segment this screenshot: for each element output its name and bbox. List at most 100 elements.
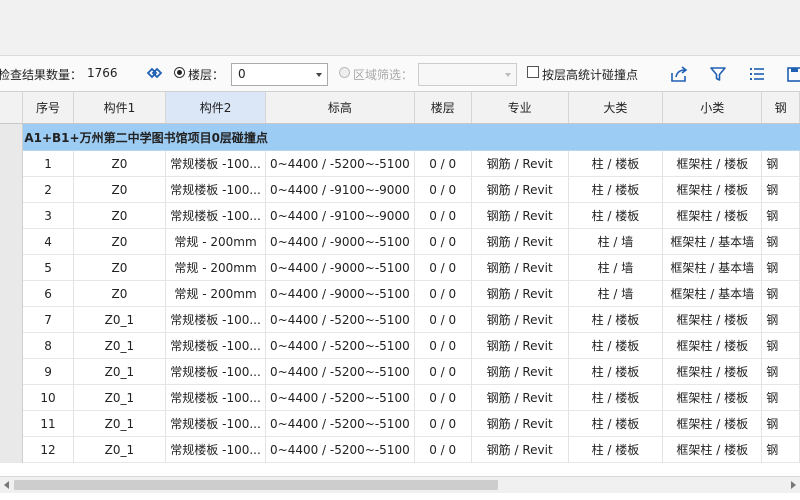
table-row[interactable]: 11 Z0_1 常规楼板 -100... 0~4400 / -5200~-5100 0 … xyxy=(0,410,800,437)
cell-category: 柱 / 楼板 xyxy=(568,306,664,333)
cell-subcategory: 框架柱 / 基本墙 xyxy=(662,280,763,307)
cell-overflow: 钢 xyxy=(761,410,800,437)
cell-elevation: 0~4400 / -5200~-5100 xyxy=(265,384,415,411)
column-header-elevation[interactable]: 标高 xyxy=(265,92,415,124)
cell-elevation: 0~4400 / -5200~-5100 xyxy=(265,436,415,463)
cell-component2: 常规楼板 -100... xyxy=(165,150,267,177)
cell-elevation: 0~4400 / -9100~-9000 xyxy=(265,202,415,229)
cell-component1: Z0 xyxy=(73,176,167,203)
table-row[interactable]: 9 Z0_1 常规楼板 -100... 0~4400 / -5200~-5100 0 /… xyxy=(0,358,800,385)
cell-component2: 常规楼板 -100... xyxy=(165,202,267,229)
column-header-component2[interactable]: 构件2 xyxy=(165,92,267,124)
column-header-discipline[interactable]: 专业 xyxy=(471,92,569,124)
cell-floor: 0 / 0 xyxy=(414,176,472,203)
cell-subcategory: 框架柱 / 基本墙 xyxy=(662,228,763,255)
cell-component1: Z0_1 xyxy=(73,384,167,411)
cell-floor: 0 / 0 xyxy=(414,436,472,463)
list-view-icon[interactable] xyxy=(748,65,766,83)
cell-component1: Z0 xyxy=(73,280,167,307)
cell-component2: 常规楼板 -100... xyxy=(165,358,267,385)
cell-discipline: 钢筋 / Revit xyxy=(471,384,569,411)
scrollbar-thumb[interactable] xyxy=(14,480,498,490)
row-header-cell xyxy=(0,306,24,333)
table-row[interactable]: 7 Z0_1 常规楼板 -100... 0~4400 / -5200~-5100 0 /… xyxy=(0,306,800,333)
cell-component2: 常规 - 200mm xyxy=(165,228,267,255)
table-row[interactable]: 10 Z0_1 常规楼板 -100... 0~4400 / -5200~-5100 0 … xyxy=(0,384,800,411)
save-icon[interactable] xyxy=(787,65,800,83)
cell-discipline: 钢筋 / Revit xyxy=(471,228,569,255)
cell-category: 柱 / 墙 xyxy=(568,254,664,281)
cell-component1: Z0 xyxy=(73,150,167,177)
table-row[interactable]: 6 Z0 常规 - 200mm 0~4400 / -9000~-5100 0 / 0 钢筋… xyxy=(0,280,800,307)
column-header-floor[interactable]: 楼层 xyxy=(414,92,472,124)
cell-component1: Z0_1 xyxy=(73,410,167,437)
cell-elevation: 0~4400 / -9000~-5100 xyxy=(265,254,415,281)
column-header-subcategory[interactable]: 小类 xyxy=(662,92,763,124)
cell-overflow: 钢 xyxy=(761,228,800,255)
cell-component2: 常规楼板 -100... xyxy=(165,332,267,359)
table-row[interactable]: 1 Z0 常规楼板 -100... 0~4400 / -5200~-5100 0 / 0… xyxy=(0,150,800,177)
cell-component1: Z0_1 xyxy=(73,436,167,463)
table-row[interactable]: 12 Z0_1 常规楼板 -100... 0~4400 / -5200~-5100 0 … xyxy=(0,436,800,463)
cell-discipline: 钢筋 / Revit xyxy=(471,202,569,229)
row-header-cell xyxy=(0,280,24,307)
region-radio[interactable] xyxy=(339,67,350,78)
floor-height-checkbox-label: 按层高统计碰撞点 xyxy=(542,68,639,82)
cell-discipline: 钢筋 / Revit xyxy=(471,436,569,463)
column-header-no[interactable]: 序号 xyxy=(22,92,74,124)
cell-component2: 常规 - 200mm xyxy=(165,254,267,281)
cell-no: 1 xyxy=(22,150,74,177)
cell-elevation: 0~4400 / -9100~-9000 xyxy=(265,176,415,203)
cell-overflow: 钢 xyxy=(761,202,800,229)
cell-discipline: 钢筋 / Revit xyxy=(471,332,569,359)
row-header-cell xyxy=(0,436,24,463)
cell-category: 柱 / 墙 xyxy=(568,280,664,307)
cell-discipline: 钢筋 / Revit xyxy=(471,254,569,281)
cell-overflow: 钢 xyxy=(761,254,800,281)
cell-elevation: 0~4400 / -5200~-5100 xyxy=(265,410,415,437)
cell-no: 4 xyxy=(22,228,74,255)
scroll-left-icon[interactable] xyxy=(4,481,9,489)
bottom-strip xyxy=(0,493,800,500)
cell-category: 柱 / 楼板 xyxy=(568,202,664,229)
export-icon[interactable] xyxy=(670,65,688,83)
cell-floor: 0 / 0 xyxy=(414,280,472,307)
cell-no: 2 xyxy=(22,176,74,203)
table-row[interactable]: 3 Z0 常规楼板 -100... 0~4400 / -9100~-9000 0 / 0… xyxy=(0,202,800,229)
top-blank-area xyxy=(0,0,800,55)
table-row[interactable]: 5 Z0 常规 - 200mm 0~4400 / -9000~-5100 0 / 0 钢筋… xyxy=(0,254,800,281)
group-title: A1+B1+万州第二中学图书馆项目0层碰撞点 xyxy=(22,123,800,151)
cell-component2: 常规楼板 -100... xyxy=(165,306,267,333)
cell-floor: 0 / 0 xyxy=(414,332,472,359)
column-header-overflow[interactable]: 钢 xyxy=(761,92,800,124)
cell-elevation: 0~4400 / -5200~-5100 xyxy=(265,358,415,385)
cell-component1: Z0_1 xyxy=(73,332,167,359)
floor-height-checkbox[interactable] xyxy=(527,66,539,78)
group-row[interactable]: A1+B1+万州第二中学图书馆项目0层碰撞点 xyxy=(0,123,800,151)
cell-category: 柱 / 楼板 xyxy=(568,332,664,359)
column-header-component1[interactable]: 构件1 xyxy=(73,92,167,124)
cell-component1: Z0 xyxy=(73,254,167,281)
cell-discipline: 钢筋 / Revit xyxy=(471,358,569,385)
result-count-label: 检查结果数量： xyxy=(0,68,83,82)
table-row[interactable]: 2 Z0 常规楼板 -100... 0~4400 / -9100~-9000 0 / 0… xyxy=(0,176,800,203)
table-row[interactable]: 8 Z0_1 常规楼板 -100... 0~4400 / -5200~-5100 0 /… xyxy=(0,332,800,359)
cell-overflow: 钢 xyxy=(761,436,800,463)
cell-component2: 常规楼板 -100... xyxy=(165,410,267,437)
results-grid: 序号 构件1 构件2 标高 楼层 专业 大类 小类 钢 A1+B1+万州第二中学… xyxy=(0,92,800,476)
expand-all-icon[interactable] xyxy=(145,64,163,82)
horizontal-scrollbar[interactable] xyxy=(0,476,800,493)
cell-floor: 0 / 0 xyxy=(414,202,472,229)
cell-no: 5 xyxy=(22,254,74,281)
table-row[interactable]: 4 Z0 常规 - 200mm 0~4400 / -9000~-5100 0 / 0 钢筋… xyxy=(0,228,800,255)
floor-select[interactable]: 0 xyxy=(231,63,328,86)
cell-no: 11 xyxy=(22,410,74,437)
row-header-cell xyxy=(0,332,24,359)
column-header-category[interactable]: 大类 xyxy=(568,92,664,124)
floor-radio[interactable] xyxy=(174,67,185,78)
region-select[interactable] xyxy=(418,63,517,86)
cell-overflow: 钢 xyxy=(761,358,800,385)
filter-icon[interactable] xyxy=(709,65,727,83)
row-header-cell xyxy=(0,358,24,385)
scroll-right-icon[interactable] xyxy=(791,481,796,489)
